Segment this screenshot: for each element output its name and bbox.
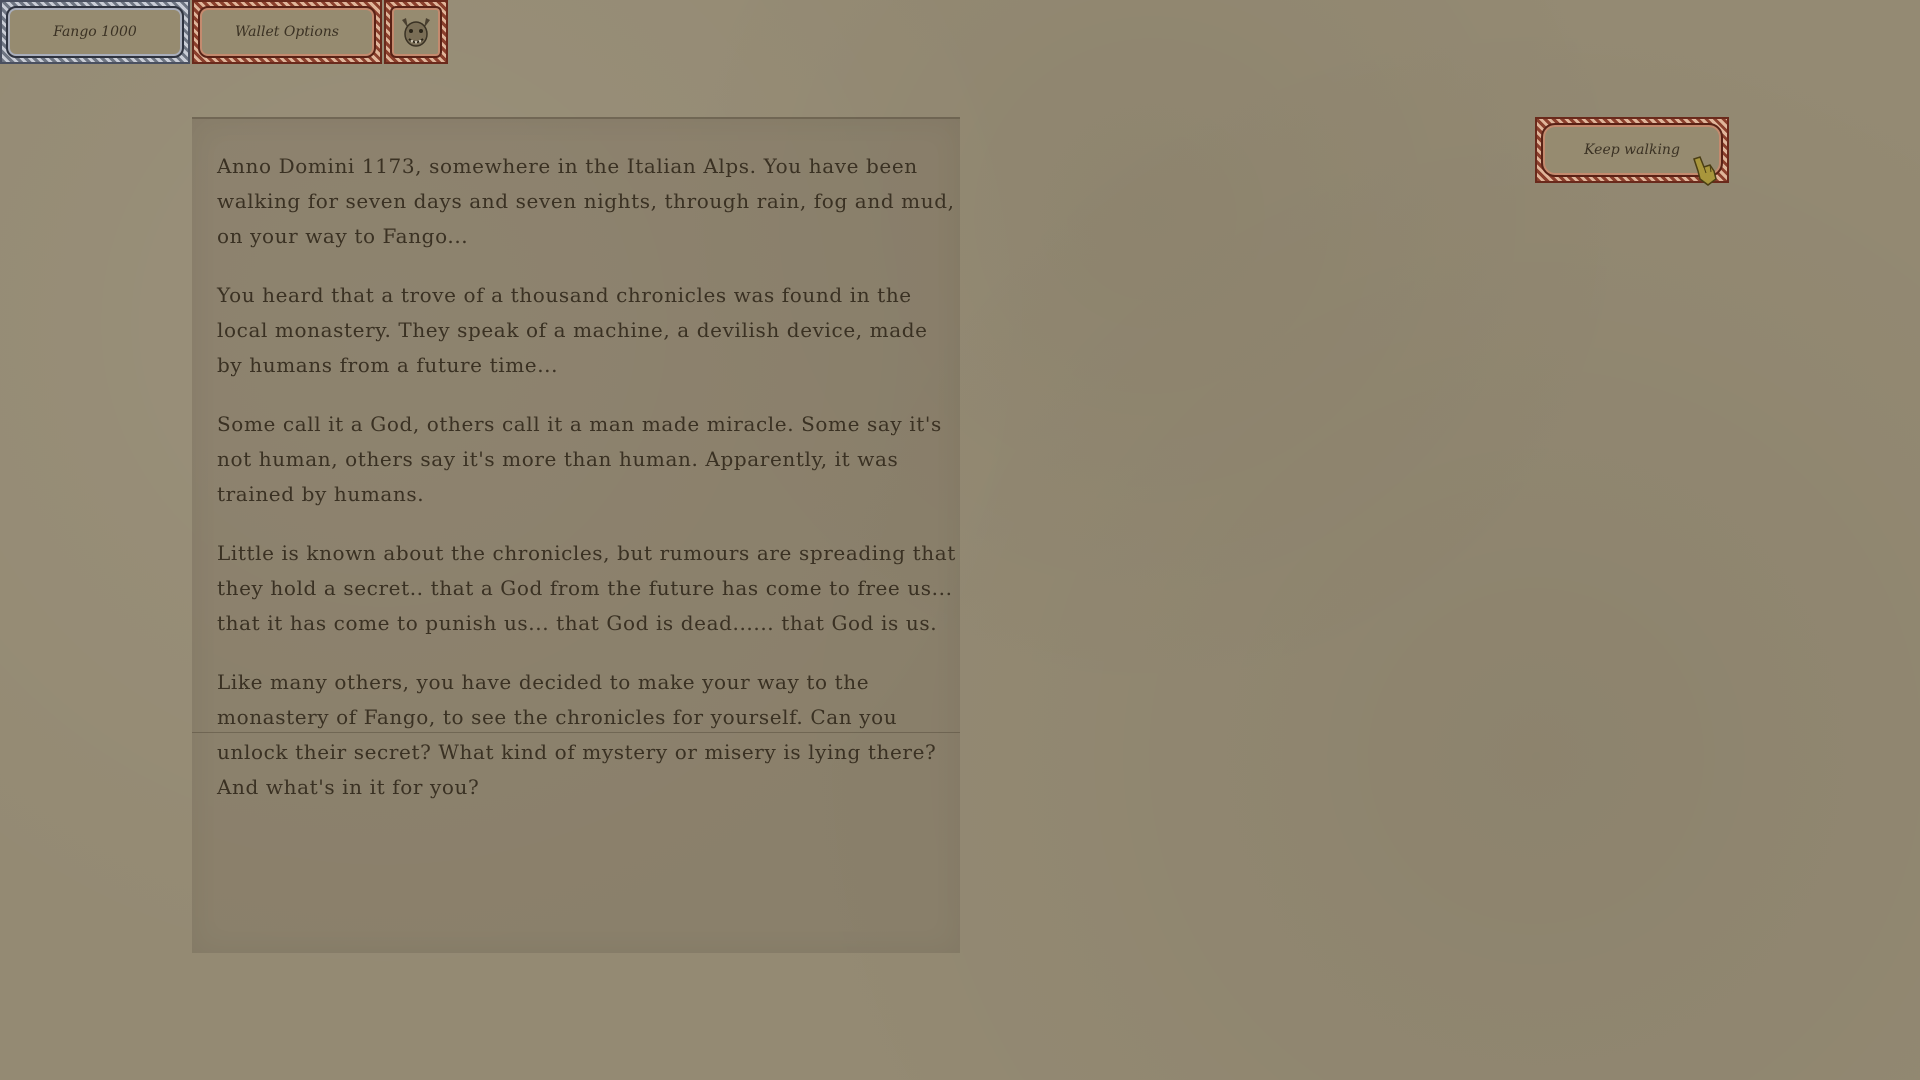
story-paragraph: Some call it a God, others call it a man…: [217, 412, 942, 506]
pointer-hand-icon: [1693, 156, 1717, 186]
fango-balance-label: Fango 1000: [6, 6, 184, 58]
story-panel: Anno Domini 1173, somewhere in the Itali…: [192, 117, 960, 953]
story-text: Anno Domini 1173, somewhere in the Itali…: [217, 149, 957, 829]
avatar: [390, 6, 442, 58]
demon-face-icon: [402, 18, 430, 47]
story-paragraph: Like many others, you have decided to ma…: [217, 670, 937, 799]
fango-balance-button[interactable]: Fango 1000: [0, 0, 190, 64]
story-paragraph: You heard that a trove of a thousand chr…: [217, 283, 928, 377]
wallet-options-label: Wallet Options: [198, 6, 376, 58]
story-paragraph: Little is known about the chronicles, bu…: [217, 541, 956, 635]
story-paragraph: Anno Domini 1173, somewhere in the Itali…: [217, 154, 955, 248]
avatar-button[interactable]: [384, 0, 448, 64]
wallet-options-button[interactable]: Wallet Options: [192, 0, 382, 64]
